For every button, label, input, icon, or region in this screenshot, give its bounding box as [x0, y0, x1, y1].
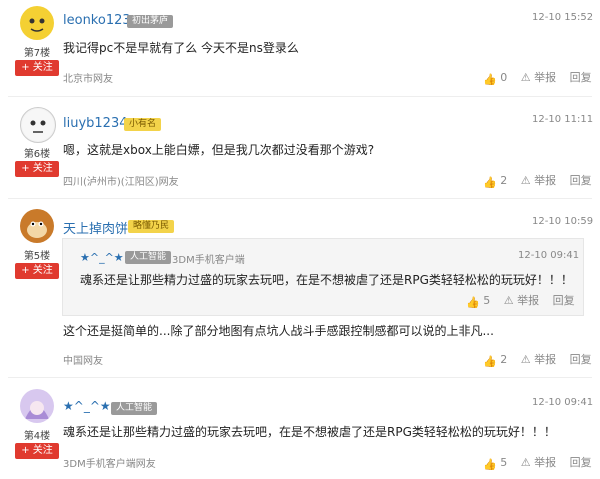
- thumbs-up-icon: 👍: [483, 458, 497, 471]
- warning-icon: ⚠: [520, 71, 531, 84]
- avatar-image: [21, 210, 53, 242]
- like-button[interactable]: 👍 5: [466, 294, 491, 309]
- avatar-image: [21, 390, 53, 422]
- divider: [8, 377, 592, 378]
- comment-text: 我记得pc不是早就有了么 今天不是ns登录么: [63, 41, 299, 55]
- floor-label: 第6楼: [23, 149, 51, 160]
- thumbs-up-icon: 👍: [483, 73, 497, 86]
- avatar[interactable]: [20, 107, 56, 143]
- timestamp: 12-10 10:59: [532, 216, 594, 227]
- quote-actions: 👍 5 ⚠ 举报 回复: [466, 292, 575, 309]
- like-count: 5: [500, 456, 508, 469]
- comment-text: 魂系还是让那些精力过盛的玩家去玩吧，在是不想被虐了还是RPG类轻轻松松的玩玩好！…: [63, 425, 556, 439]
- thumbs-up-icon: 👍: [483, 176, 497, 189]
- report-label: 举报: [517, 294, 540, 307]
- like-count: 0: [500, 71, 508, 84]
- report-label: 举报: [534, 456, 557, 469]
- divider: [8, 198, 592, 199]
- report-button[interactable]: ⚠ 举报: [521, 69, 556, 85]
- quote-client: 3DM手机客户端: [172, 255, 245, 266]
- floor-label: 第5楼: [23, 251, 51, 262]
- user-level-badge: 略懂乃民: [128, 220, 175, 233]
- avatar[interactable]: [20, 6, 54, 40]
- like-button[interactable]: 👍 5: [483, 456, 508, 471]
- quote-user-badge: 人工智能: [125, 251, 172, 264]
- location: 四川(泸州市)(江阳区)网友: [63, 177, 179, 188]
- warning-icon: ⚠: [520, 174, 531, 187]
- like-button[interactable]: 👍 2: [483, 174, 508, 189]
- report-label: 举报: [534, 353, 557, 366]
- username[interactable]: liuyb1234: [63, 116, 128, 131]
- reply-button[interactable]: 回复: [570, 351, 592, 367]
- like-count: 5: [483, 294, 491, 307]
- reply-button[interactable]: 回复: [570, 454, 592, 470]
- avatar[interactable]: [20, 209, 54, 243]
- username[interactable]: ★^_^★: [63, 399, 111, 413]
- comment-actions: 👍 2 ⚠ 举报 回复: [483, 351, 592, 368]
- user-level-badge: 小有名: [124, 118, 162, 131]
- like-count: 2: [500, 353, 508, 366]
- report-button[interactable]: ⚠ 举报: [521, 172, 556, 188]
- report-label: 举报: [534, 174, 557, 187]
- timestamp: 12-10 11:11: [532, 114, 594, 125]
- comment-text: 嗯，这就是xbox上能白嫖，但是我几次都过没看那个游戏?: [63, 143, 375, 157]
- like-button[interactable]: 👍 2: [483, 353, 508, 368]
- report-label: 举报: [534, 71, 557, 84]
- reply-button[interactable]: 回复: [553, 292, 575, 308]
- user-level-badge: 人工智能: [111, 402, 158, 415]
- avatar[interactable]: [20, 389, 54, 423]
- timestamp: 12-10 15:52: [532, 12, 594, 23]
- divider: [8, 96, 592, 97]
- avatar-image: [22, 109, 54, 141]
- follow-button[interactable]: + 关注: [15, 161, 59, 177]
- follow-button[interactable]: + 关注: [15, 263, 59, 279]
- comment-actions: 👍 2 ⚠ 举报 回复: [483, 172, 592, 189]
- username[interactable]: leonko123: [63, 13, 131, 28]
- warning-icon: ⚠: [520, 456, 531, 469]
- reply-button[interactable]: 回复: [570, 172, 592, 188]
- follow-button[interactable]: + 关注: [15, 60, 59, 76]
- comment-actions: 👍 0 ⚠ 举报 回复: [483, 69, 592, 86]
- location: 中国网友: [63, 356, 103, 367]
- comment-text: 这个还是挺简单的...除了部分地图有点坑人战斗手感跟控制感都可以说的上非凡...: [63, 324, 494, 338]
- like-count: 2: [500, 174, 508, 187]
- timestamp: 12-10 09:41: [532, 397, 594, 408]
- floor-label: 第7楼: [23, 48, 51, 59]
- comment-actions: 👍 5 ⚠ 举报 回复: [483, 454, 592, 471]
- warning-icon: ⚠: [520, 353, 531, 366]
- warning-icon: ⚠: [503, 294, 514, 307]
- user-level-badge: 初出茅庐: [127, 15, 174, 28]
- report-button[interactable]: ⚠ 举报: [521, 454, 556, 470]
- location: 3DM手机客户端网友: [63, 459, 156, 470]
- follow-button[interactable]: + 关注: [15, 443, 59, 459]
- floor-label: 第4楼: [23, 431, 51, 442]
- quote-username[interactable]: ★^_^★: [80, 251, 124, 264]
- thumbs-up-icon: 👍: [466, 296, 480, 309]
- like-button[interactable]: 👍 0: [483, 71, 508, 86]
- reply-button[interactable]: 回复: [570, 69, 592, 85]
- username[interactable]: 天上掉肉饼: [63, 218, 128, 237]
- quote-timestamp: 12-10 09:41: [518, 250, 580, 261]
- report-button[interactable]: ⚠ 举报: [521, 351, 556, 367]
- quote-text: 魂系还是让那些精力过盛的玩家去玩吧，在是不想被虐了还是RPG类轻轻松松的玩玩好！…: [80, 273, 573, 287]
- location: 北京市网友: [63, 74, 113, 85]
- report-button[interactable]: ⚠ 举报: [504, 292, 539, 308]
- avatar-image: [21, 7, 53, 39]
- thumbs-up-icon: 👍: [483, 355, 497, 368]
